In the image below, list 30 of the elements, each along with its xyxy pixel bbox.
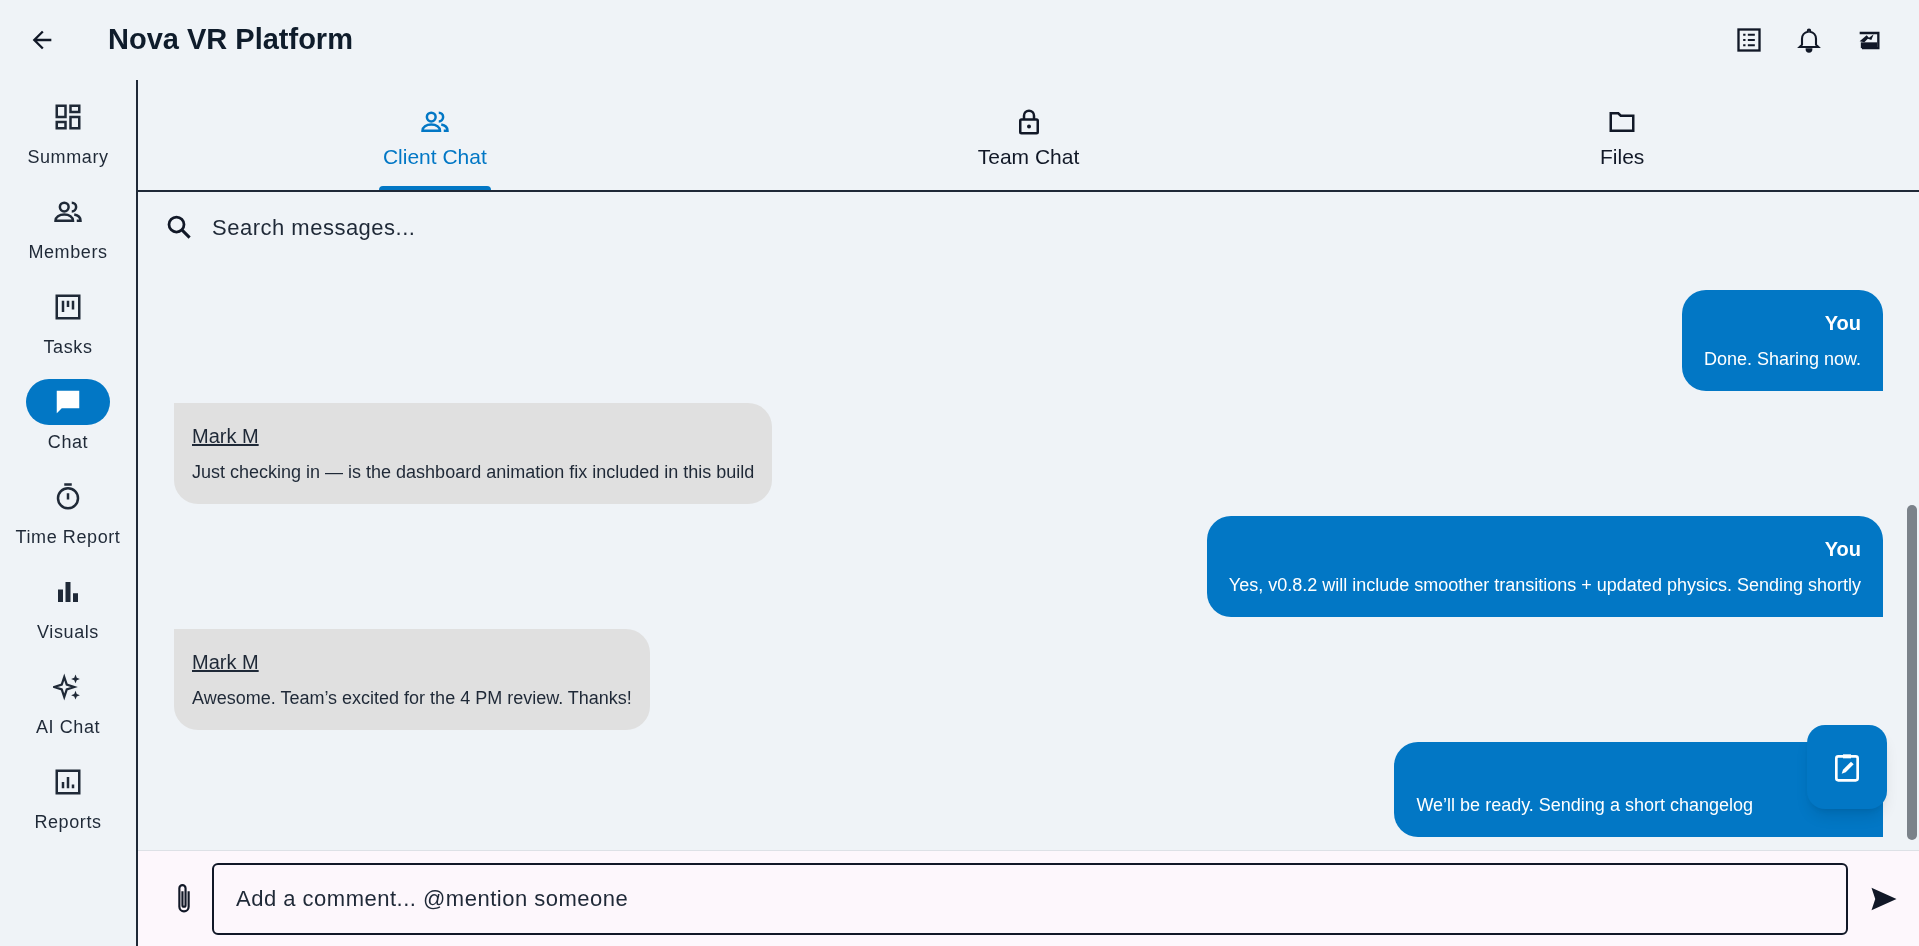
sender-name[interactable]: Mark M: [192, 647, 259, 677]
nav-label: Members: [28, 241, 108, 264]
bell-icon: [1795, 26, 1823, 54]
search-field[interactable]: Search messages...: [212, 210, 812, 244]
message-text: Yes, v0.8.2 will include smoother transitions + updated physics. Sending shortly: [1228, 574, 1861, 597]
nav-label: Time Report: [15, 526, 121, 549]
message-text: Done. Sharing now.: [1703, 348, 1861, 371]
sender-name: You: [1824, 311, 1861, 336]
nav-label: AI Chat: [35, 716, 101, 739]
app-title: Nova VR Platform: [108, 22, 353, 58]
dashboard-icon: [53, 102, 83, 132]
nav-label: Tasks: [43, 336, 93, 359]
message-text: We’ll be ready. Sending a short changelog: [1416, 794, 1753, 817]
scrollbar[interactable]: [1907, 505, 1917, 840]
compose-button[interactable]: [1807, 725, 1887, 809]
board-icon: [53, 292, 83, 322]
list-icon: [1735, 26, 1763, 54]
nav-label: Visuals: [37, 621, 99, 644]
sender-name: You: [1824, 537, 1861, 562]
comment-field[interactable]: Add a comment... @mention someone: [212, 862, 1848, 935]
tab[interactable]: Client Chat: [138, 80, 732, 190]
nav-label: Chat: [47, 431, 89, 454]
tab[interactable]: Team Chat: [731, 80, 1326, 190]
sender-name[interactable]: Mark M: [192, 421, 259, 451]
report-icon: [53, 767, 83, 797]
tab[interactable]: Files: [1325, 80, 1919, 190]
message-text: Awesome. Team’s excited for the 4 PM review. Thanks!: [192, 687, 632, 710]
nav-label: Reports: [34, 811, 102, 834]
nav-label: Summary: [27, 146, 109, 169]
message-text: Just checking in — is the dashboard animation fix included in this build: [192, 461, 755, 484]
